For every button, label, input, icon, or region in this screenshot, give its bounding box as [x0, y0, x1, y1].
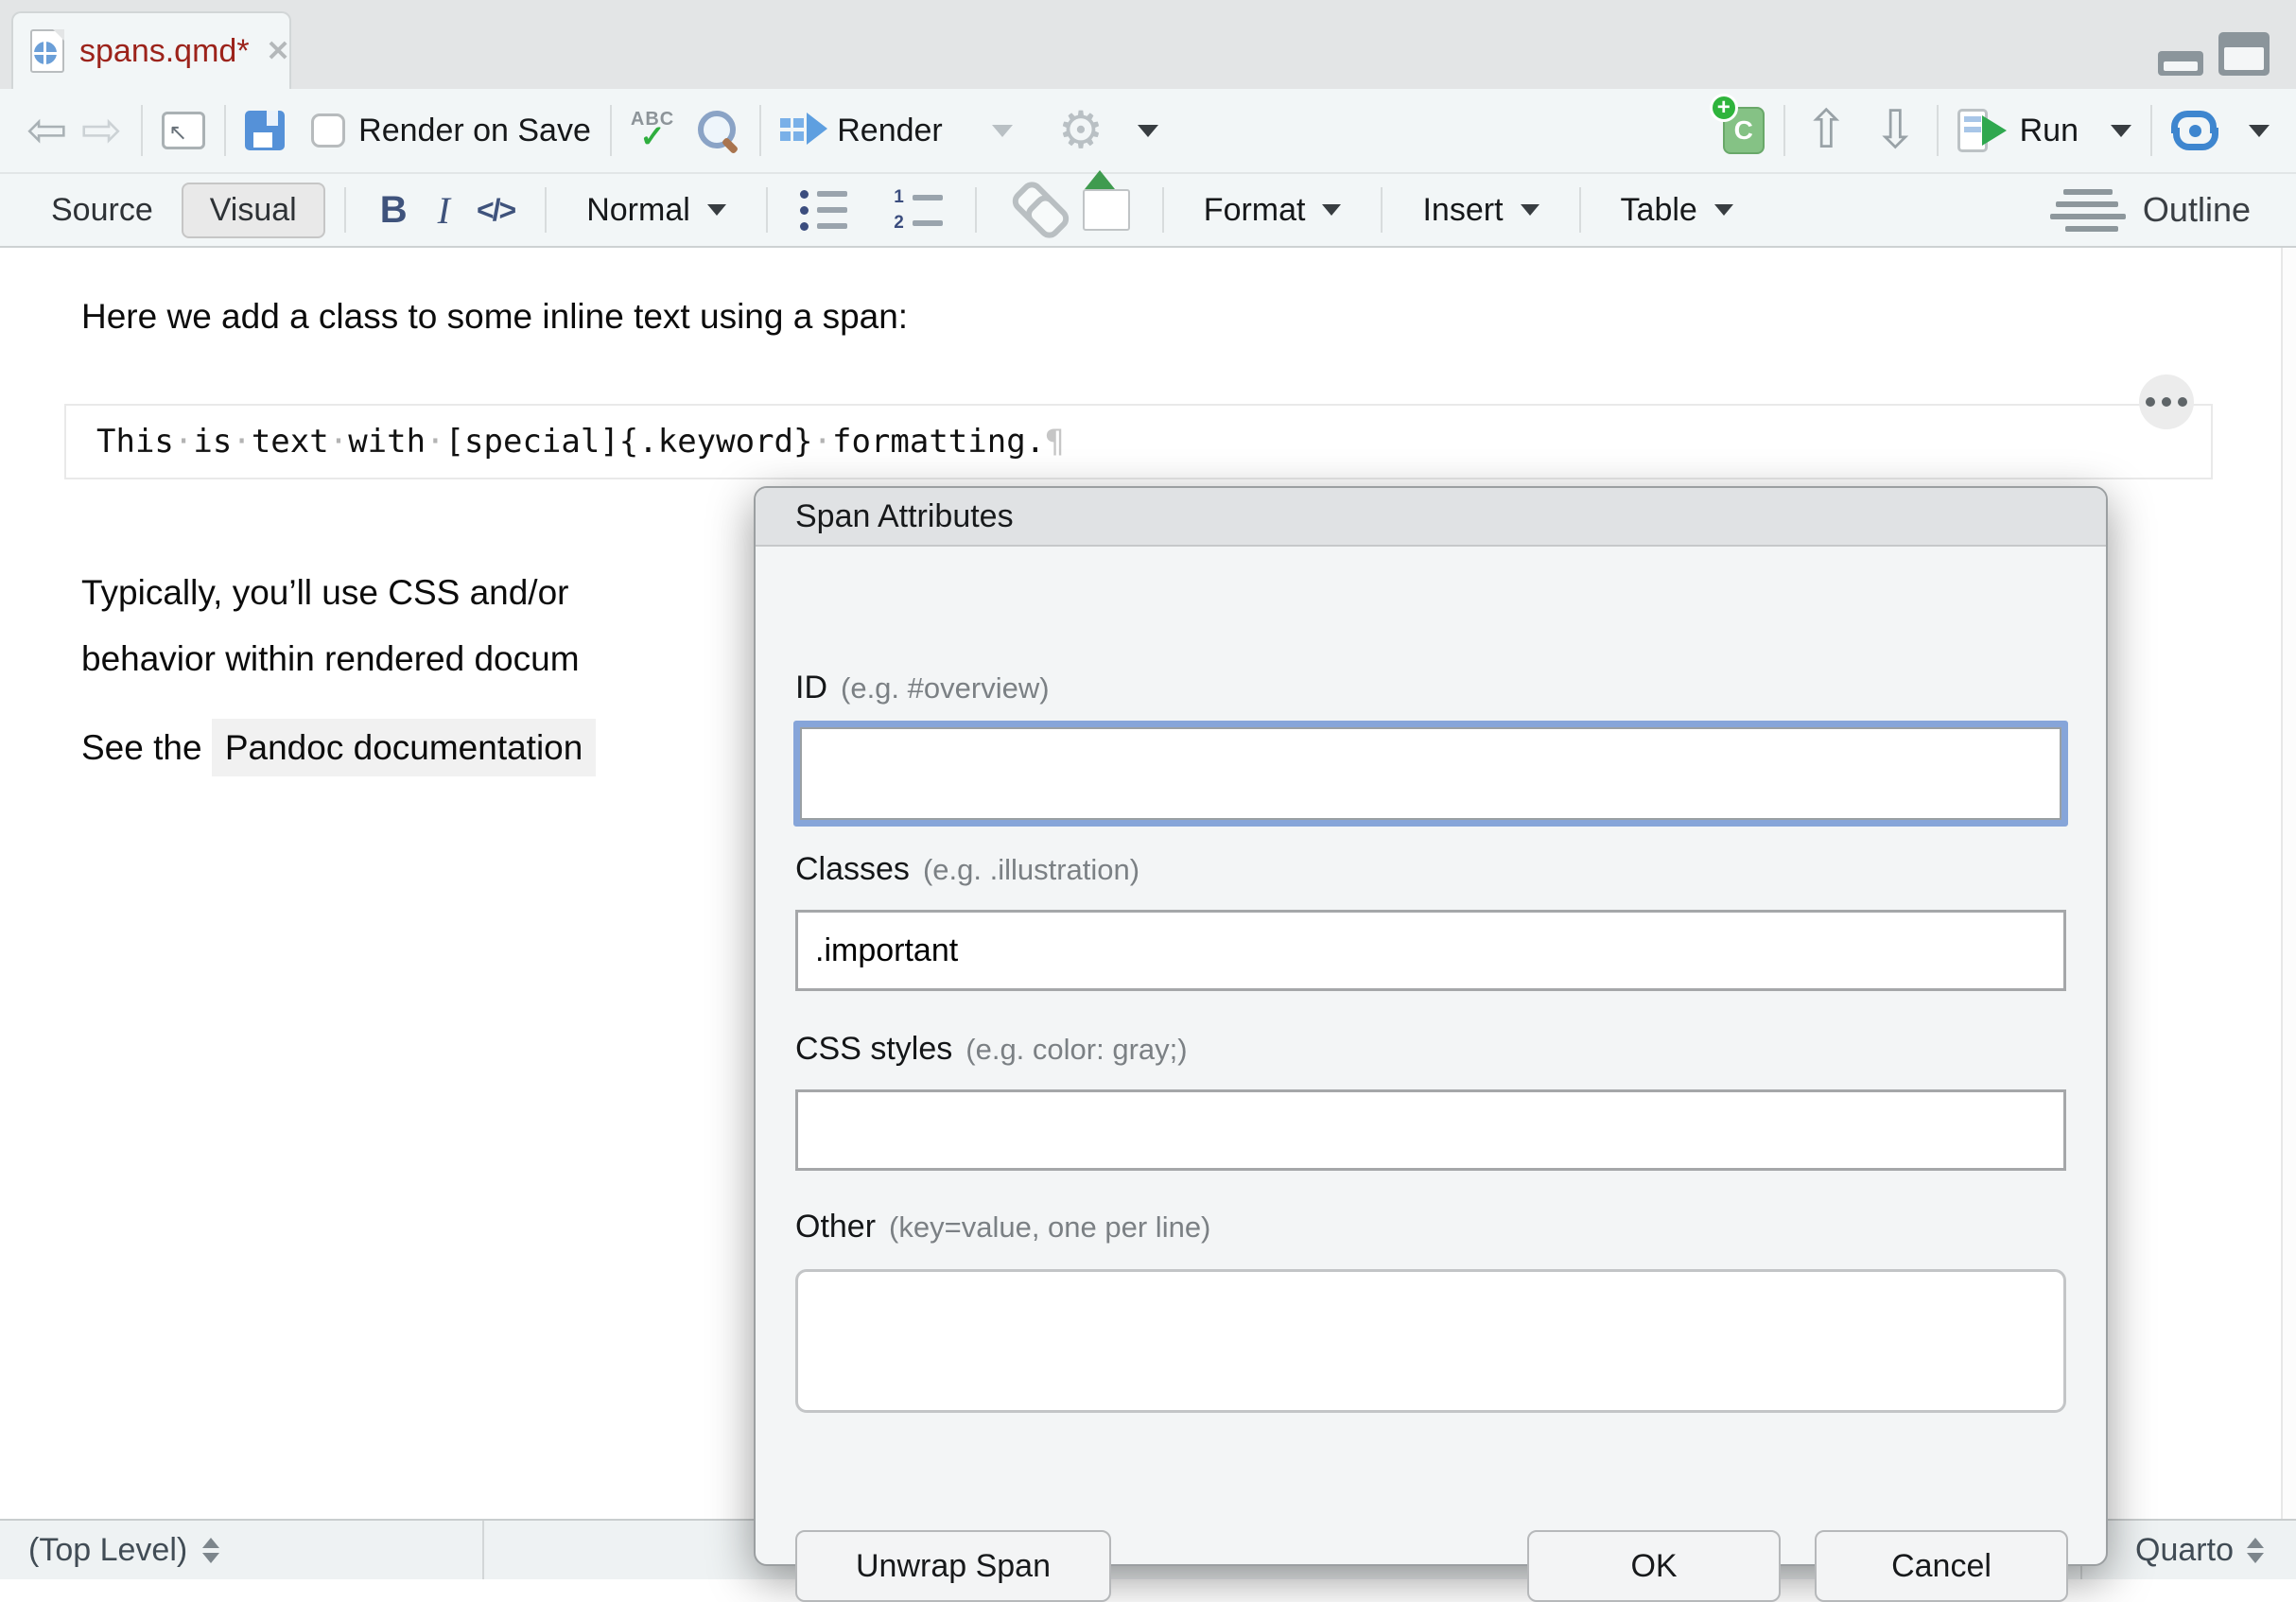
dialog-title: Span Attributes: [795, 498, 1014, 535]
paragraph: Typically, you’ll use CSS and/or behavio…: [81, 560, 580, 692]
chevron-down-icon: [1322, 204, 1341, 216]
other-textarea[interactable]: [795, 1269, 2066, 1413]
save-icon[interactable]: [245, 111, 285, 150]
span-attributes-dialog: Span Attributes ID(e.g. #overview) Class…: [754, 486, 2108, 1566]
ok-button[interactable]: OK: [1527, 1530, 1781, 1602]
separator: [1579, 187, 1581, 233]
run-options-caret-icon: [2111, 125, 2131, 137]
scrollbar-track[interactable]: [2281, 248, 2296, 1519]
paragraph: See the Pandoc documentation: [81, 728, 596, 768]
bold-button[interactable]: B: [365, 189, 423, 232]
render-on-save-checkbox[interactable]: [311, 113, 345, 148]
link-icon[interactable]: [999, 177, 1066, 244]
close-tab-icon[interactable]: ✕: [267, 35, 290, 68]
classes-label: Classes(e.g. .illustration): [795, 851, 1139, 888]
main-toolbar: ⇦ ⇨ ↖ Render on Save ABC ✓ Render ⚙ C + …: [0, 89, 2296, 172]
gear-icon: ⚙: [1058, 105, 1104, 156]
render-options-caret-icon[interactable]: [992, 125, 1013, 137]
separator: [975, 187, 977, 233]
document-type-menu[interactable]: Quarto: [2080, 1521, 2281, 1579]
cancel-button[interactable]: Cancel: [1815, 1530, 2068, 1602]
chevron-down-icon: [1521, 204, 1539, 216]
more-options-button[interactable]: [2139, 374, 2194, 429]
jump-to-menu[interactable]: (Top Level): [0, 1521, 484, 1579]
other-label: Other(key=value, one per line): [795, 1209, 1210, 1245]
numbered-list-icon[interactable]: 1 2: [879, 188, 956, 232]
outline-icon: [2050, 189, 2128, 232]
tab-title: spans.qmd*: [79, 33, 250, 70]
back-arrow-icon[interactable]: ⇦: [26, 106, 68, 155]
tab-bar: spans.qmd* ✕: [0, 0, 2296, 89]
separator: [766, 187, 768, 233]
rerun-button[interactable]: [2171, 111, 2270, 150]
separator: [224, 105, 226, 156]
up-down-arrows-icon: [2247, 1538, 2264, 1563]
unwrap-span-button[interactable]: Unwrap Span: [795, 1530, 1111, 1602]
settings-caret-icon: [1138, 125, 1158, 137]
up-down-arrows-icon: [202, 1538, 219, 1563]
show-in-new-window-icon[interactable]: ↖: [162, 112, 205, 149]
separator: [1937, 105, 1939, 156]
render-on-save-label: Render on Save: [358, 113, 591, 149]
chevron-down-icon: [1714, 204, 1733, 216]
separator: [1783, 105, 1785, 156]
tab-spans-qmd[interactable]: spans.qmd* ✕: [11, 11, 291, 89]
separator: [610, 105, 612, 156]
visual-mode-button[interactable]: Visual: [182, 183, 325, 238]
chevron-down-icon: [707, 204, 726, 216]
plus-badge-icon: +: [1710, 94, 1738, 122]
format-menu[interactable]: Format: [1183, 192, 1363, 229]
code-format-button[interactable]: </>: [465, 193, 526, 228]
separator: [344, 187, 346, 233]
separator: [141, 105, 143, 156]
id-input-focus-ring: [793, 721, 2068, 827]
image-icon[interactable]: [1083, 189, 1130, 231]
table-menu[interactable]: Table: [1600, 192, 1754, 229]
spellcheck-icon[interactable]: ABC ✓: [631, 110, 674, 151]
window-maximize-icon[interactable]: [2218, 32, 2270, 76]
quarto-document-icon: [30, 29, 64, 73]
bullet-list-icon[interactable]: [787, 190, 861, 231]
window-minimize-icon[interactable]: [2158, 51, 2203, 76]
dialog-header[interactable]: Span Attributes: [756, 488, 2106, 547]
id-input[interactable]: [800, 727, 2061, 820]
rerun-icon: [2171, 111, 2218, 150]
separator: [2150, 105, 2152, 156]
run-icon: [1957, 109, 2010, 152]
rerun-options-caret-icon: [2249, 125, 2270, 137]
render-settings-button[interactable]: ⚙: [1058, 105, 1158, 156]
go-to-previous-chunk-icon[interactable]: ⇧: [1804, 104, 1849, 157]
css-styles-label: CSS styles(e.g. color: gray;): [795, 1031, 1188, 1068]
separator: [1381, 187, 1383, 233]
insert-chunk-button[interactable]: C +: [1723, 107, 1765, 154]
span-code-line[interactable]: This·is·text·with·[special]{.keyword}·fo…: [64, 404, 2213, 479]
italic-button[interactable]: I: [423, 188, 465, 233]
format-toolbar: Source Visual B I </> Normal 1 2 Format …: [0, 172, 2296, 248]
css-styles-input[interactable]: [795, 1089, 2066, 1171]
outline-toggle[interactable]: Outline: [2050, 189, 2270, 232]
insert-menu[interactable]: Insert: [1401, 192, 1559, 229]
run-button[interactable]: Run: [1957, 109, 2131, 152]
separator: [545, 187, 547, 233]
source-mode-button[interactable]: Source: [26, 192, 178, 229]
go-to-next-chunk-icon[interactable]: ⇩: [1873, 104, 1918, 157]
render-button[interactable]: Render: [780, 111, 943, 150]
paragraph-style-dropdown[interactable]: Normal: [565, 192, 747, 229]
paragraph: Here we add a class to some inline text …: [81, 297, 908, 337]
search-icon[interactable]: [695, 108, 740, 153]
pandoc-documentation-link[interactable]: Pandoc documentation: [212, 719, 597, 776]
forward-arrow-icon[interactable]: ⇨: [81, 106, 123, 155]
separator: [1162, 187, 1164, 233]
id-label: ID(e.g. #overview): [795, 670, 1050, 706]
classes-input[interactable]: [795, 910, 2066, 991]
separator: [759, 105, 761, 156]
render-icon: [780, 111, 827, 150]
